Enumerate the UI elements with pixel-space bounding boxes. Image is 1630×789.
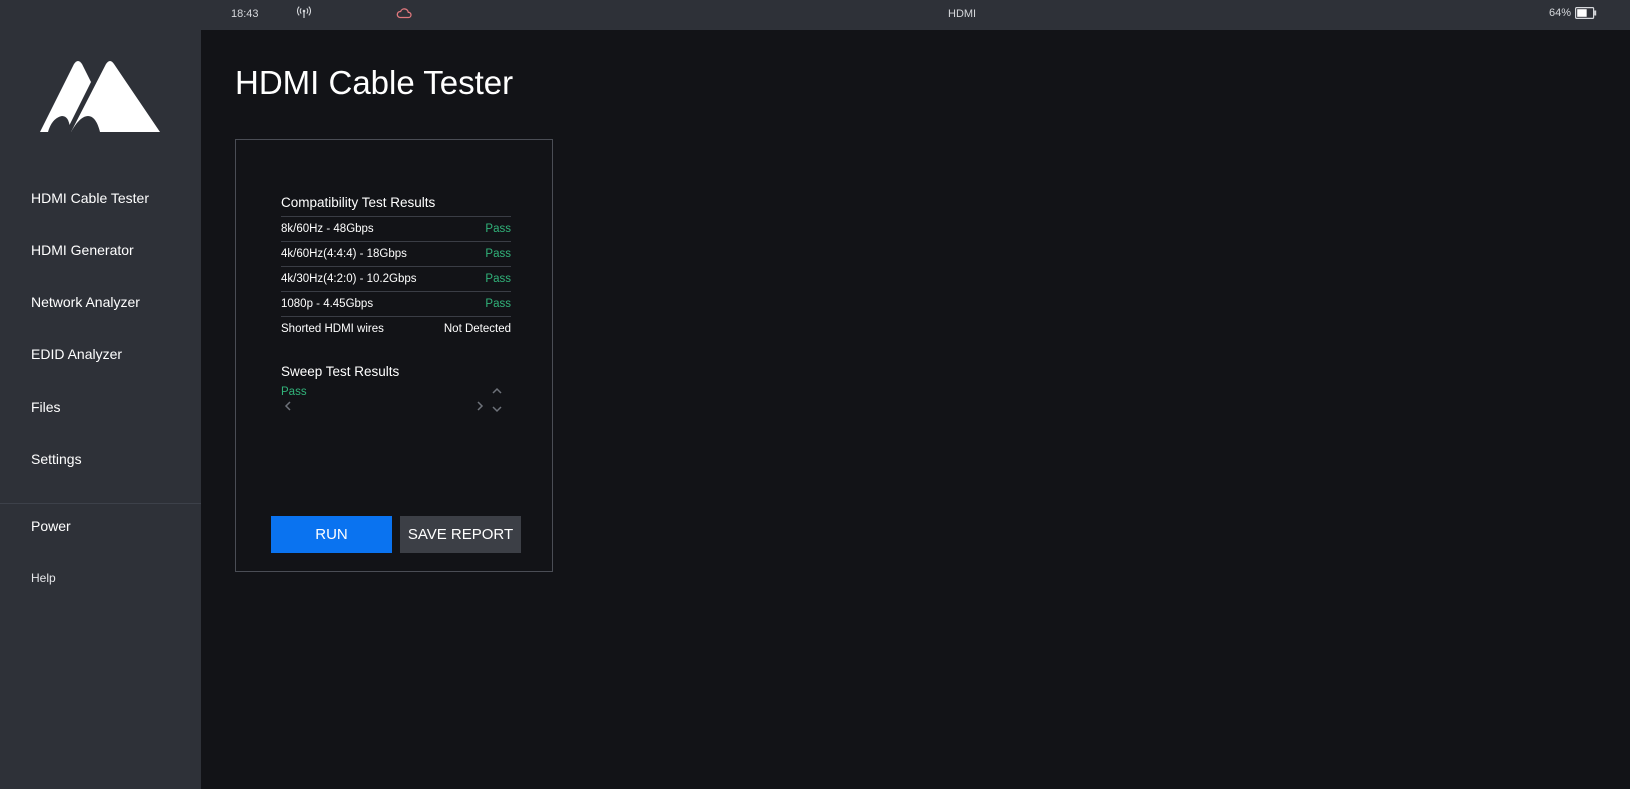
compatibility-section-title: Compatibility Test Results	[281, 195, 436, 210]
chevron-down-icon[interactable]	[491, 401, 503, 419]
result-value: Pass	[485, 273, 511, 285]
chevron-right-icon[interactable]	[475, 399, 485, 417]
sweep-section-title: Sweep Test Results	[281, 364, 400, 379]
result-row: 4k/60Hz(4:4:4) - 18Gbps Pass	[281, 241, 511, 266]
sidebar-item-edid-analyzer[interactable]: EDID Analyzer	[31, 346, 122, 362]
save-report-button[interactable]: SAVE REPORT	[400, 516, 521, 553]
sidebar-item-help[interactable]: Help	[31, 571, 56, 585]
status-time: 18:43	[231, 8, 259, 20]
result-label: Shorted HDMI wires	[281, 323, 384, 335]
page-title: HDMI Cable Tester	[235, 64, 514, 101]
result-label: 4k/30Hz(4:2:0) - 10.2Gbps	[281, 273, 417, 285]
status-bar: 18:43 HDMI 64%	[0, 0, 1630, 30]
sidebar-item-settings[interactable]: Settings	[31, 451, 82, 467]
sweep-result: Pass	[281, 386, 307, 398]
result-value: Not Detected	[443, 323, 511, 335]
chevron-left-icon[interactable]	[283, 399, 293, 417]
result-label: 1080p - 4.45Gbps	[281, 298, 374, 310]
antenna-icon	[297, 5, 311, 22]
test-results-card: Compatibility Test Results 8k/60Hz - 48G…	[235, 139, 553, 572]
cloud-icon	[396, 7, 412, 22]
status-title: HDMI	[948, 8, 977, 20]
sidebar-item-power[interactable]: Power	[31, 518, 71, 534]
result-label: 4k/60Hz(4:4:4) - 18Gbps	[281, 248, 407, 260]
battery-percent: 64%	[1549, 7, 1572, 19]
sidebar: HDMI Cable Tester HDMI Generator Network…	[0, 30, 201, 789]
result-value: Pass	[485, 298, 511, 310]
battery-icon	[1575, 7, 1597, 22]
sidebar-item-network-analyzer[interactable]: Network Analyzer	[31, 294, 140, 310]
brand-logo	[40, 58, 160, 137]
sidebar-divider	[0, 503, 201, 504]
result-row: 4k/30Hz(4:2:0) - 10.2Gbps Pass	[281, 266, 511, 291]
result-row: Shorted HDMI wires Not Detected	[281, 316, 511, 341]
result-value: Pass	[485, 248, 511, 260]
run-button[interactable]: RUN	[271, 516, 392, 553]
sidebar-item-hdmi-cable-tester[interactable]: HDMI Cable Tester	[31, 190, 149, 206]
result-label: 8k/60Hz - 48Gbps	[281, 223, 374, 235]
sidebar-item-hdmi-generator[interactable]: HDMI Generator	[31, 242, 134, 258]
chevron-up-icon[interactable]	[491, 383, 503, 401]
result-row: 1080p - 4.45Gbps Pass	[281, 291, 511, 316]
sidebar-item-files[interactable]: Files	[31, 399, 61, 415]
result-value: Pass	[485, 223, 511, 235]
result-row: 8k/60Hz - 48Gbps Pass	[281, 216, 511, 241]
